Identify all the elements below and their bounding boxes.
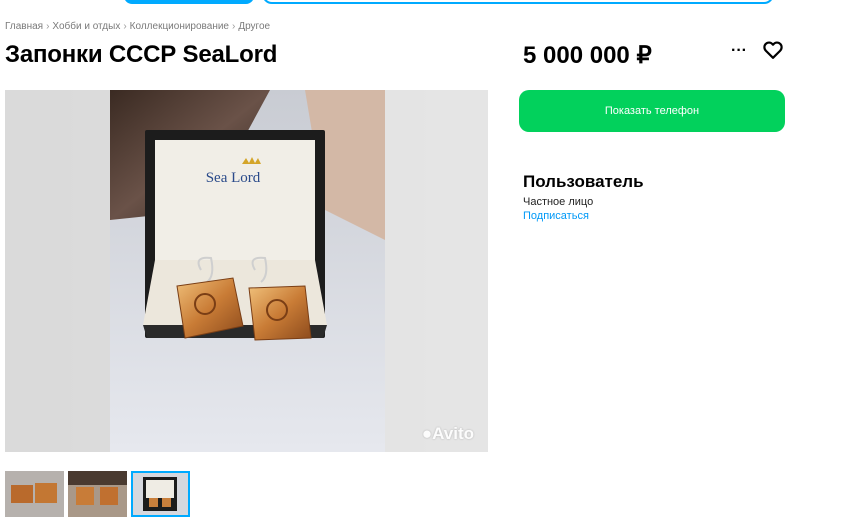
breadcrumb-item-hobby[interactable]: Хобби и отдых — [52, 21, 120, 32]
breadcrumb-item-home[interactable]: Главная — [5, 21, 43, 32]
breadcrumb-item-collecting[interactable]: Коллекционирование — [130, 21, 229, 32]
seller-type: Частное лицо — [523, 196, 594, 208]
all-categories-button[interactable] — [124, 0, 254, 4]
thumbnail-strip — [5, 471, 195, 517]
cufflinks-photo: Sea Lord — [5, 90, 488, 452]
watermark-text: Avito — [432, 424, 474, 443]
thumbnail-3[interactable] — [131, 471, 190, 517]
subscribe-link[interactable]: Подписаться — [523, 210, 644, 222]
breadcrumb-item-other[interactable]: Другое — [238, 21, 270, 32]
breadcrumb-separator: › — [231, 21, 236, 32]
watermark-icon: ● — [421, 424, 433, 443]
top-search-bar — [0, 0, 842, 8]
avito-watermark: ●Avito — [422, 424, 474, 444]
breadcrumb-separator: › — [123, 21, 127, 32]
show-phone-button[interactable]: Показать телефон — [519, 90, 785, 132]
thumbnail-2[interactable] — [68, 471, 127, 517]
seller-name[interactable]: Пользователь — [523, 172, 644, 192]
listing-title: Запонки СССР SeaLord — [5, 41, 278, 68]
listing-price: 5 000 000 ₽ — [523, 42, 652, 69]
heart-icon[interactable] — [762, 39, 784, 61]
breadcrumb-separator: › — [46, 21, 50, 32]
search-input[interactable] — [262, 0, 774, 4]
breadcrumb: Главная › Хобби и отдых › Коллекционирование… — [5, 21, 270, 32]
more-dots-icon[interactable]: ··· — [728, 41, 750, 61]
box-brand-text: Sea Lord — [206, 170, 261, 186]
main-photo[interactable]: Sea Lord ●Avito — [5, 90, 488, 452]
thumbnail-1[interactable] — [5, 471, 64, 517]
seller-card: Пользователь Частное лицо Подписаться — [523, 172, 644, 222]
